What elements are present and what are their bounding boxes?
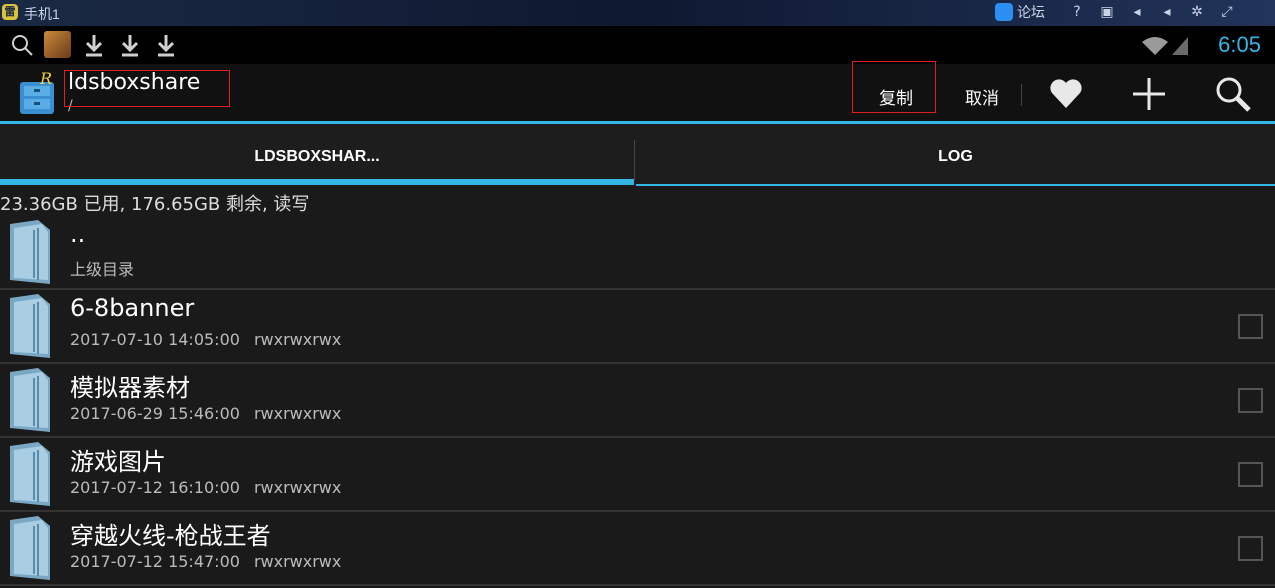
- active-tab-indicator: [0, 179, 634, 185]
- file-name: 游戏图片: [70, 448, 166, 476]
- forum-link[interactable]: 论坛: [995, 2, 1045, 22]
- download-icon: [85, 35, 103, 57]
- forum-icon: [995, 3, 1013, 21]
- file-meta: 2017-06-29 15:46:00 rwxrwxrwx: [70, 404, 341, 423]
- file-meta: 2017-07-10 14:05:00 rwxrwxrwx: [70, 330, 341, 349]
- folder-icon: [10, 368, 50, 432]
- folder-icon: [10, 220, 50, 284]
- svg-text:R: R: [39, 72, 52, 88]
- list-item-parent-dir[interactable]: .. 上级目录: [0, 216, 1275, 290]
- clock: 6:05: [1218, 32, 1261, 57]
- list-item[interactable]: 穿越火线-枪战王者 2017-07-12 15:47:00 rwxrwxrwx: [0, 512, 1275, 586]
- wifi-icon: [1142, 37, 1188, 55]
- cancel-button[interactable]: 取消: [965, 84, 999, 109]
- tab-bar: LDSBOXSHAR... LOG: [0, 124, 1275, 186]
- list-item[interactable]: 游戏图片 2017-07-12 16:10:00 rwxrwxrwx: [0, 438, 1275, 512]
- emulator-title: 手机1: [24, 6, 60, 22]
- emulator-title-bar: 雷 手机1 论坛 ? ▣ ◂ ◂ ✲ ⤢: [0, 0, 1275, 26]
- help-icon[interactable]: ?: [1068, 2, 1086, 22]
- file-name: 模拟器素材: [70, 374, 190, 402]
- file-date: 2017-07-10 14:05:00: [70, 330, 240, 349]
- emulator-controls: ? ▣ ◂ ◂ ✲ ⤢: [1068, 2, 1236, 22]
- title-highlight-box: [64, 70, 230, 107]
- inactive-tab-indicator: [636, 184, 1275, 186]
- settings-icon[interactable]: ✲: [1188, 2, 1206, 22]
- emulator-logo-icon: 雷: [2, 4, 18, 20]
- folder-icon: [10, 516, 50, 580]
- file-date: 2017-07-12 15:47:00: [70, 552, 240, 571]
- file-meta: 2017-07-12 15:47:00 rwxrwxrwx: [70, 552, 341, 571]
- file-permissions: rwxrwxrwx: [253, 478, 342, 497]
- storage-info: 23.36GB 已用, 176.65GB 剩余, 读写: [0, 194, 310, 215]
- file-subtitle: 上级目录: [70, 260, 135, 279]
- file-name: 6-8banner: [70, 294, 195, 322]
- search-icon: [12, 35, 33, 56]
- file-permissions: rwxrwxrwx: [253, 404, 342, 423]
- app-logo-icon[interactable]: R: [18, 72, 58, 116]
- list-item[interactable]: 6-8banner 2017-07-10 14:05:00 rwxrwxrwx: [0, 290, 1275, 364]
- search-icon[interactable]: [1213, 74, 1253, 114]
- volume-down-icon[interactable]: ◂: [1128, 2, 1146, 22]
- list-item[interactable]: 模拟器素材 2017-06-29 15:46:00 rwxrwxrwx: [0, 364, 1275, 438]
- select-checkbox[interactable]: [1238, 462, 1263, 487]
- android-status-bar: 6:05: [0, 26, 1275, 64]
- tab-separator: [634, 140, 635, 180]
- tab-ldsboxshare[interactable]: LDSBOXSHAR...: [0, 124, 634, 186]
- file-date: 2017-07-12 16:10:00: [70, 478, 240, 497]
- file-name: 穿越火线-枪战王者: [70, 522, 271, 550]
- file-name: ..: [70, 220, 86, 248]
- favorite-heart-icon[interactable]: [1046, 74, 1086, 114]
- select-checkbox[interactable]: [1238, 314, 1263, 339]
- game-app-icon: [44, 31, 71, 58]
- tab-log[interactable]: LOG: [636, 124, 1275, 186]
- download-icon: [157, 35, 175, 57]
- message-icon[interactable]: ▣: [1098, 2, 1116, 22]
- download-icon: [121, 35, 139, 57]
- fullscreen-icon[interactable]: ⤢: [1218, 2, 1236, 22]
- select-checkbox[interactable]: [1238, 388, 1263, 413]
- copy-highlight-box: [852, 61, 936, 113]
- forum-label: 论坛: [1017, 5, 1045, 21]
- add-icon[interactable]: [1129, 74, 1169, 114]
- file-date: 2017-06-29 15:46:00: [70, 404, 240, 423]
- action-divider: [1021, 84, 1022, 106]
- file-meta: 2017-07-12 16:10:00 rwxrwxrwx: [70, 478, 341, 497]
- folder-icon: [10, 294, 50, 358]
- folder-icon: [10, 442, 50, 506]
- volume-up-icon[interactable]: ◂: [1158, 2, 1176, 22]
- file-permissions: rwxrwxrwx: [253, 330, 342, 349]
- file-permissions: rwxrwxrwx: [253, 552, 342, 571]
- select-checkbox[interactable]: [1238, 536, 1263, 561]
